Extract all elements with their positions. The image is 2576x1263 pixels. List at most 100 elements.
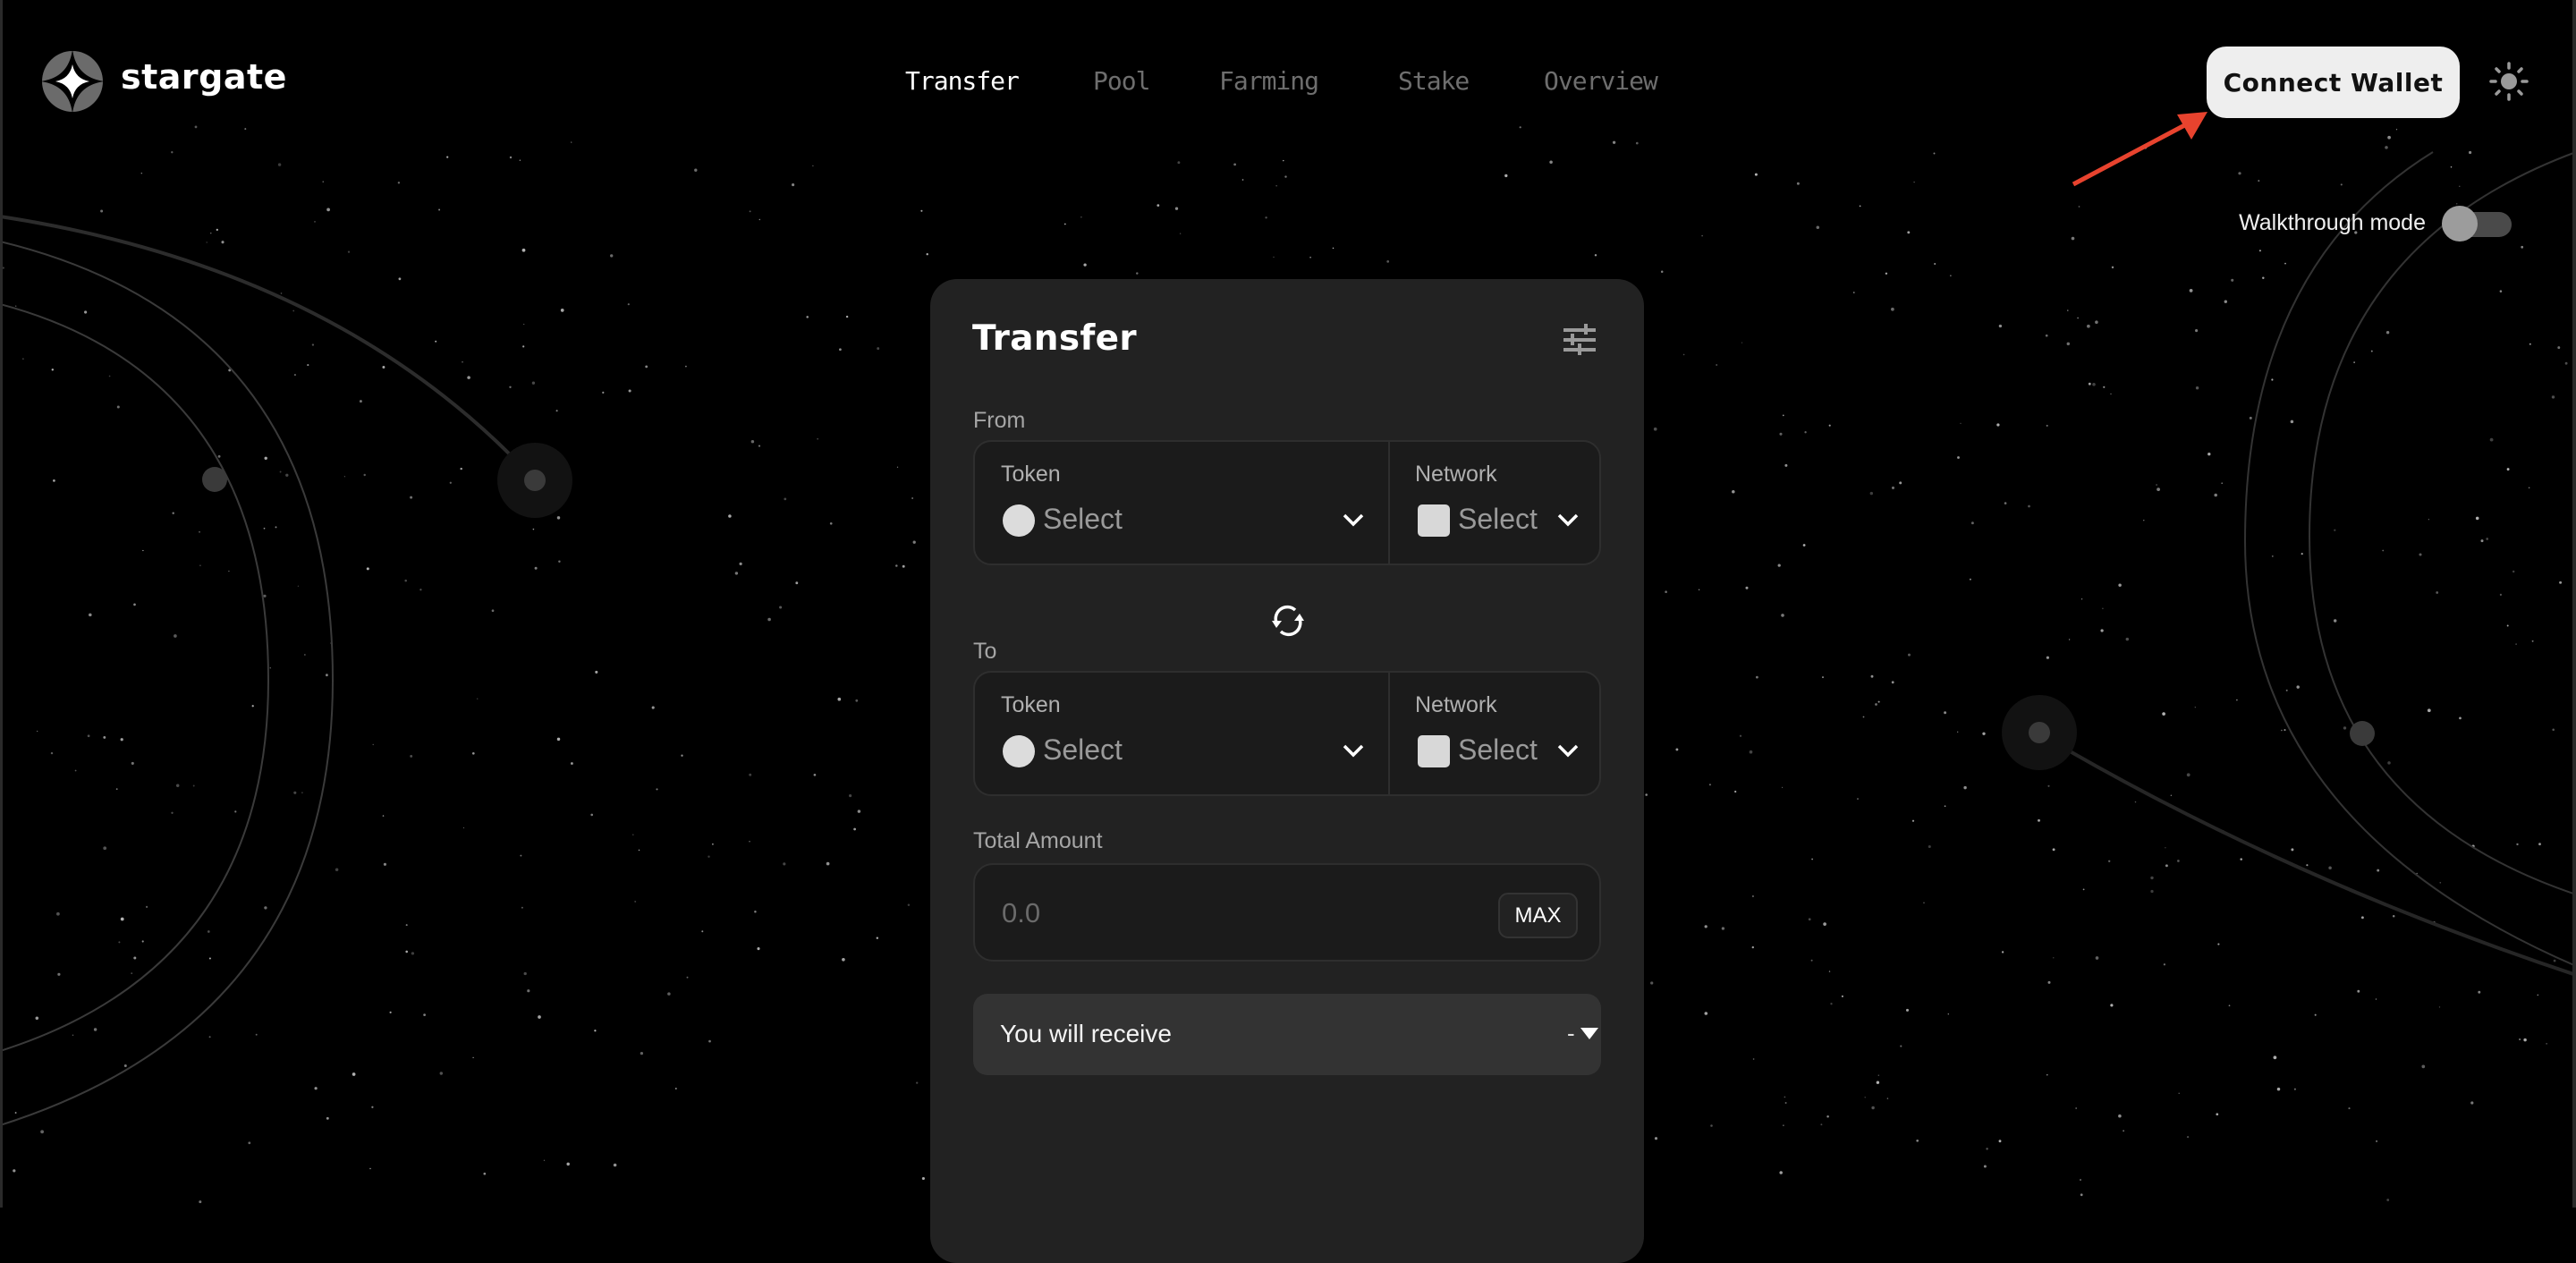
star	[2258, 180, 2260, 182]
from-token-select[interactable]: Token Select	[975, 442, 1388, 564]
star	[1063, 223, 1066, 225]
star	[1923, 902, 1925, 904]
star	[509, 156, 513, 159]
sliders-icon[interactable]	[1562, 322, 1597, 358]
star	[304, 654, 306, 656]
orbit-ring	[2308, 151, 2576, 895]
star	[171, 151, 174, 154]
star	[2004, 502, 2007, 504]
from-label: From	[973, 408, 1026, 433]
sun-icon[interactable]	[2489, 62, 2529, 101]
swap-arrows-icon[interactable]	[1268, 601, 1308, 640]
star	[2046, 656, 2049, 659]
star	[560, 309, 564, 312]
star	[857, 810, 861, 813]
star	[120, 917, 124, 921]
star	[217, 454, 221, 458]
star	[645, 365, 648, 369]
star	[280, 292, 283, 294]
star	[2165, 864, 2168, 868]
star	[2156, 484, 2157, 486]
amount-field: MAX	[973, 863, 1601, 962]
star	[2028, 504, 2030, 508]
star	[2395, 129, 2398, 131]
star	[667, 992, 671, 996]
star	[133, 956, 137, 960]
star	[462, 360, 463, 363]
star	[2459, 716, 2462, 720]
amount-input[interactable]	[1000, 892, 1451, 935]
star	[93, 1028, 97, 1031]
star	[2214, 493, 2217, 497]
star	[438, 208, 441, 211]
from-network-select[interactable]: Network Select	[1390, 442, 1601, 564]
star	[2236, 699, 2238, 701]
star	[1665, 590, 1667, 594]
star	[640, 1051, 644, 1055]
star	[1781, 786, 1784, 789]
brand-name[interactable]: stargate	[121, 57, 287, 97]
network-value: Select	[1458, 503, 1538, 535]
star	[2231, 278, 2234, 282]
star	[2284, 262, 2286, 265]
star	[2177, 860, 2180, 862]
you-will-receive-dropdown[interactable]: You will receive -	[973, 994, 1601, 1075]
to-token-select[interactable]: Token Select	[975, 673, 1388, 794]
star	[2392, 915, 2395, 918]
star	[335, 868, 339, 872]
star	[1970, 521, 1974, 525]
nav-overview[interactable]: Overview	[1544, 66, 1658, 96]
star	[53, 479, 55, 482]
nav-pool[interactable]: Pool	[1093, 66, 1150, 96]
star	[467, 376, 470, 379]
star	[812, 165, 814, 167]
star	[2343, 726, 2347, 730]
star	[2557, 346, 2561, 350]
star	[462, 826, 465, 829]
star	[1174, 207, 1179, 210]
star	[2296, 685, 2300, 689]
star	[251, 705, 254, 708]
star	[2382, 549, 2385, 552]
star	[2385, 146, 2388, 149]
star	[728, 514, 732, 518]
star	[216, 228, 218, 232]
star	[2459, 185, 2461, 187]
star	[849, 794, 852, 798]
nav-stake[interactable]: Stake	[1398, 66, 1470, 96]
planet	[2029, 722, 2050, 743]
star	[2186, 773, 2190, 777]
star	[1996, 423, 2000, 427]
star	[1704, 925, 1707, 928]
star	[383, 862, 386, 866]
star	[2038, 818, 2040, 822]
walkthrough-mode-toggle[interactable]	[2442, 206, 2512, 242]
nav-farming[interactable]: Farming	[1219, 66, 1319, 96]
star	[244, 128, 247, 131]
star	[2082, 888, 2085, 891]
star	[1986, 1148, 1988, 1150]
star	[2469, 150, 2472, 155]
star	[853, 827, 856, 831]
star	[2271, 378, 2274, 381]
star	[248, 1141, 251, 1145]
star	[2553, 959, 2556, 962]
star	[2276, 1087, 2281, 1091]
star	[172, 512, 174, 514]
to-network-select[interactable]: Network Select	[1390, 673, 1601, 794]
star	[1891, 307, 1894, 311]
connect-wallet-button[interactable]: Connect Wallet	[2207, 47, 2460, 118]
star	[1549, 160, 1553, 164]
star	[1816, 225, 1820, 230]
max-button[interactable]: MAX	[1498, 893, 1578, 938]
star	[521, 906, 523, 909]
star	[1876, 1081, 1880, 1084]
star	[795, 581, 799, 585]
stargate-logo-icon[interactable]	[42, 51, 103, 112]
star	[784, 497, 787, 501]
star	[895, 564, 898, 567]
star	[921, 1176, 925, 1181]
nav-transfer[interactable]: Transfer	[905, 66, 1020, 96]
star	[1869, 491, 1874, 496]
star	[1782, 414, 1784, 417]
